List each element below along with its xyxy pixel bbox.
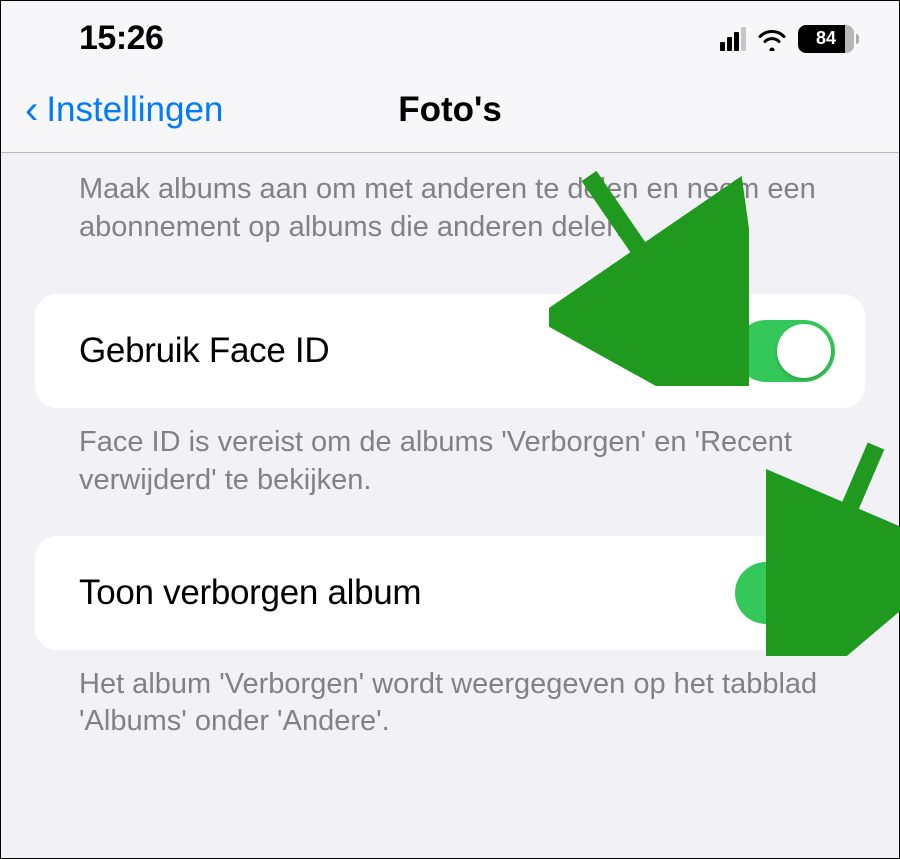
row-show-hidden-album[interactable]: Toon verborgen album [35,536,865,650]
row-description-hidden-album: Het album 'Verborgen' wordt weergegeven … [1,650,899,741]
back-button[interactable]: ‹ Instellingen [25,90,223,130]
toggle-knob [777,324,831,378]
row-label: Gebruik Face ID [79,331,329,371]
toggle-show-hidden-album[interactable] [735,562,835,624]
row-label: Toon verborgen album [79,573,421,613]
status-indicators: 84 [720,25,859,53]
chevron-left-icon: ‹ [25,90,38,130]
battery-percent: 84 [816,28,836,49]
back-label: Instellingen [46,90,223,130]
battery-icon: 84 [798,25,859,53]
row-description-face-id: Face ID is vereist om de albums 'Verborg… [1,408,899,499]
toggle-use-face-id[interactable] [735,320,835,382]
navigation-bar: ‹ Instellingen Foto's [1,66,899,153]
status-bar: 15:26 84 [1,1,899,66]
row-use-face-id[interactable]: Gebruik Face ID [35,294,865,408]
page-title: Foto's [398,90,502,130]
intro-description: Maak albums aan om met anderen te delen … [1,153,899,256]
content: Maak albums aan om met anderen te delen … [1,153,899,741]
wifi-icon [756,27,788,51]
cell-signal-icon [720,27,746,51]
toggle-knob [777,566,831,620]
status-time: 15:26 [79,19,163,58]
